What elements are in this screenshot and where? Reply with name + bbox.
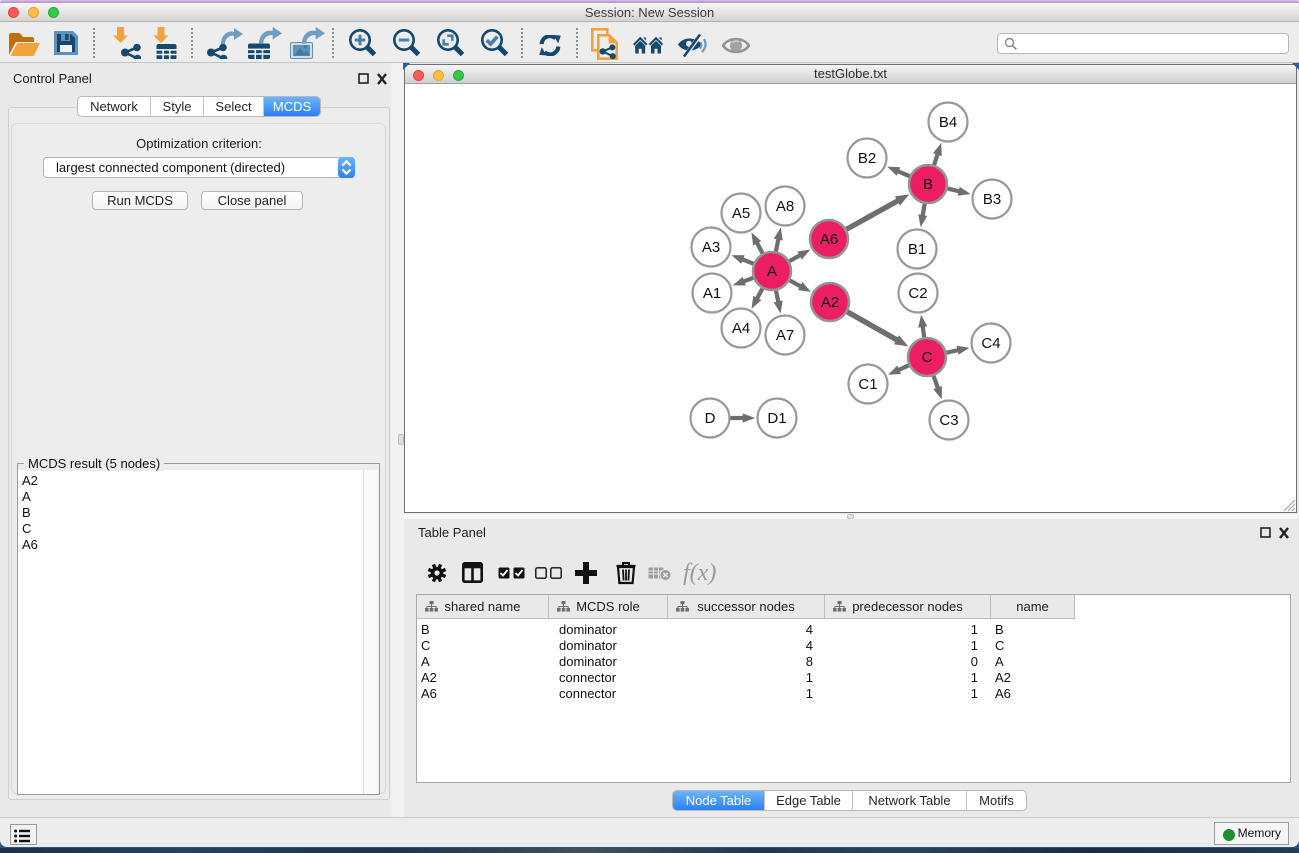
svg-text:C2: C2 bbox=[908, 285, 927, 302]
svg-text:A3: A3 bbox=[702, 239, 720, 256]
svg-text:A1: A1 bbox=[703, 285, 721, 302]
svg-text:B: B bbox=[923, 176, 933, 193]
svg-text:B3: B3 bbox=[983, 191, 1001, 208]
svg-text:C4: C4 bbox=[981, 335, 1000, 352]
svg-text:C3: C3 bbox=[939, 412, 958, 429]
svg-text:A: A bbox=[767, 263, 777, 280]
svg-text:C: C bbox=[922, 349, 933, 366]
svg-text:A6: A6 bbox=[820, 231, 838, 248]
svg-text:B2: B2 bbox=[858, 150, 876, 167]
svg-text:B1: B1 bbox=[908, 241, 926, 258]
svg-text:A7: A7 bbox=[776, 327, 794, 344]
svg-text:A2: A2 bbox=[821, 294, 839, 311]
svg-text:A5: A5 bbox=[732, 205, 750, 222]
svg-text:C1: C1 bbox=[858, 376, 877, 393]
svg-text:A4: A4 bbox=[732, 320, 750, 337]
svg-text:A8: A8 bbox=[776, 198, 794, 215]
svg-text:B4: B4 bbox=[939, 114, 957, 131]
svg-text:D1: D1 bbox=[767, 410, 786, 427]
svg-text:D: D bbox=[705, 410, 716, 427]
